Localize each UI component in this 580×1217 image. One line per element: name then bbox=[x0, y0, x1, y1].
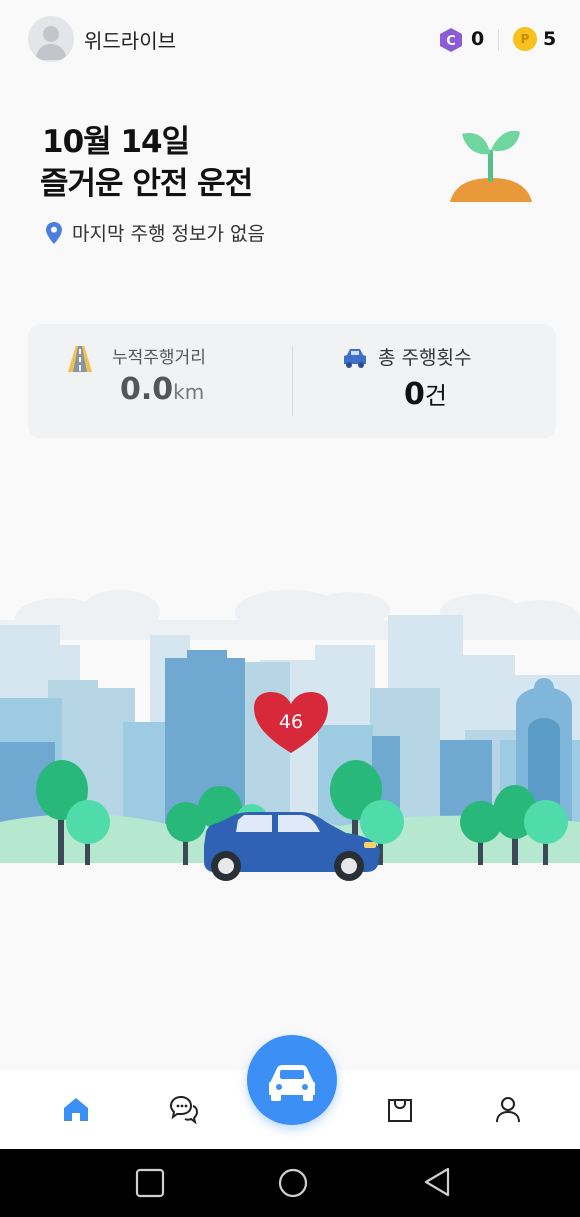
greeting-title: 즐거운 안전 운전 bbox=[40, 166, 253, 202]
avatar-icon bbox=[35, 26, 67, 60]
count-label: 총 주행횟수 bbox=[378, 347, 472, 369]
home-system-icon[interactable] bbox=[277, 1167, 309, 1199]
back-icon[interactable] bbox=[422, 1166, 452, 1198]
app-title: 위드라이브 bbox=[84, 29, 176, 53]
date-title: 10월 14일 bbox=[42, 124, 190, 160]
stats-divider bbox=[292, 346, 293, 416]
coin-divider bbox=[498, 29, 499, 51]
profile-icon[interactable] bbox=[492, 1093, 524, 1125]
count-unit: 건 bbox=[424, 382, 447, 410]
home-icon[interactable] bbox=[60, 1093, 92, 1125]
distance-unit: km bbox=[173, 380, 205, 404]
location-pin-icon bbox=[46, 222, 62, 244]
road-icon bbox=[68, 346, 92, 372]
coin-c-value: 0 bbox=[471, 28, 485, 50]
avatar[interactable] bbox=[28, 16, 74, 62]
svg-text:C: C bbox=[446, 34, 456, 49]
count-value: 0건 bbox=[404, 377, 447, 412]
heart-score-value: 46 bbox=[279, 711, 303, 733]
car-icon bbox=[344, 349, 366, 368]
shop-bag-icon[interactable] bbox=[384, 1093, 416, 1125]
drive-car-icon bbox=[269, 1065, 315, 1101]
sprout-icon bbox=[450, 130, 532, 202]
coin-p-icon: P bbox=[513, 27, 537, 51]
coin-c-icon: C bbox=[438, 27, 464, 53]
coin-p-value: 5 bbox=[543, 28, 557, 50]
city-scene-illustration: 46 bbox=[0, 590, 580, 890]
chat-icon[interactable] bbox=[167, 1093, 199, 1125]
distance-value: 0.0km bbox=[120, 372, 205, 407]
drive-start-button[interactable] bbox=[247, 1035, 337, 1125]
distance-label: 누적주행거리 bbox=[112, 348, 206, 368]
last-drive-text: 마지막 주행 정보가 없음 bbox=[72, 223, 265, 245]
recent-apps-icon[interactable] bbox=[135, 1168, 165, 1198]
